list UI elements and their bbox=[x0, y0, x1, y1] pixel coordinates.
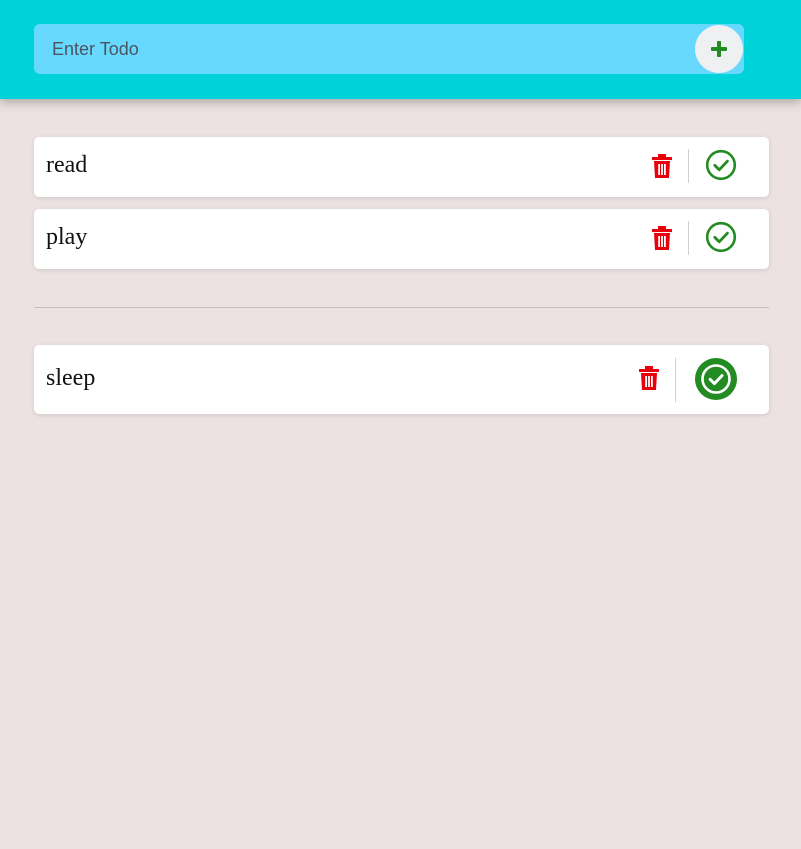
action-separator bbox=[675, 358, 676, 402]
trash-icon bbox=[639, 366, 659, 390]
trash-icon bbox=[652, 154, 672, 178]
check-circle-filled-icon bbox=[695, 358, 737, 400]
section-divider bbox=[34, 307, 769, 308]
todo-text: read bbox=[46, 152, 88, 178]
delete-todo-button[interactable] bbox=[649, 224, 675, 252]
todo-input[interactable] bbox=[34, 24, 684, 74]
todo-text: play bbox=[46, 224, 88, 250]
check-circle-outline-icon bbox=[705, 149, 737, 181]
todo-input-container bbox=[34, 24, 744, 74]
delete-todo-button[interactable] bbox=[649, 152, 675, 180]
todo-text: sleep bbox=[46, 365, 96, 391]
todo-item: read bbox=[34, 137, 769, 197]
todo-item: play bbox=[34, 209, 769, 269]
trash-icon bbox=[652, 226, 672, 250]
add-todo-button[interactable] bbox=[695, 25, 743, 73]
uncomplete-todo-button[interactable] bbox=[694, 357, 738, 401]
action-separator bbox=[688, 221, 689, 255]
complete-todo-button[interactable] bbox=[705, 149, 737, 181]
complete-todo-button[interactable] bbox=[705, 221, 737, 253]
delete-todo-button[interactable] bbox=[636, 364, 662, 392]
plus-icon bbox=[711, 41, 727, 57]
check-circle-outline-icon bbox=[705, 221, 737, 253]
app-header bbox=[0, 0, 801, 99]
completed-todo-item: sleep bbox=[34, 345, 769, 414]
action-separator bbox=[688, 149, 689, 183]
